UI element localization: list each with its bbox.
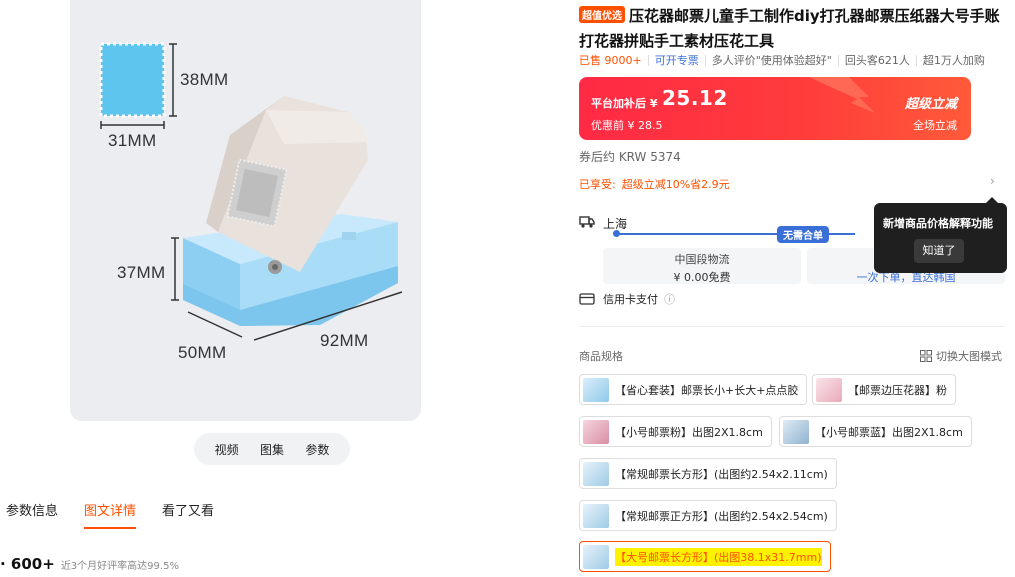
invoice-link[interactable]: 可开专票 bbox=[655, 52, 699, 68]
spec-label: 【大号邮票长方形】(出图38.1x31.7mm) bbox=[615, 547, 822, 566]
body-height-label: 37MM bbox=[117, 263, 166, 282]
value-badge: 超值优选 bbox=[579, 6, 625, 23]
spec-thumbnail bbox=[583, 461, 609, 486]
payment-row: 信用卡支付 ⓘ bbox=[579, 291, 675, 307]
converted-price: 券后约 KRW 5374 bbox=[579, 150, 681, 164]
divider bbox=[915, 54, 917, 66]
switch-view-label: 切换大图模式 bbox=[936, 350, 1002, 363]
spec-option[interactable]: 【小号邮票蓝】出图2X1.8cm bbox=[779, 416, 972, 447]
spec-thumbnail bbox=[816, 377, 842, 402]
tab-params-info[interactable]: 参数信息 bbox=[6, 500, 58, 529]
payment-method: 信用卡支付 bbox=[603, 293, 658, 306]
tooltip-text: 新增商品价格解释功能 bbox=[883, 217, 993, 230]
price-banner[interactable]: 平台加补后 ¥ 25.12 优惠前 ¥ 28.5 超级立减 全场立减 bbox=[579, 77, 971, 140]
chevron-right-icon[interactable]: › bbox=[990, 174, 995, 188]
spec-thumbnail bbox=[583, 419, 609, 444]
review-rate: 近3个月好评率高达99.5% bbox=[60, 561, 179, 572]
price-label: 平台加补后 ¥ bbox=[591, 97, 658, 110]
discount-detail: 超级立减10%省2.9元 bbox=[621, 178, 730, 191]
spec-label: 【省心套装】邮票长小+长大+点点胶 bbox=[615, 383, 799, 397]
sold-count: 已售 9000+ bbox=[579, 54, 642, 67]
grid-icon bbox=[920, 350, 932, 362]
returning-customers: 回头客621人 bbox=[844, 54, 910, 67]
body-length-label: 92MM bbox=[320, 331, 369, 350]
product-meta: 已售 9000+ 可开专票 多人评价"使用体验超好" 回头客621人 超1万人加… bbox=[579, 52, 985, 68]
body-depth-label: 50MM bbox=[178, 343, 227, 362]
spec-header: 商品规格 bbox=[579, 350, 623, 363]
spec-option[interactable]: 【常规邮票正方形】(出图约2.54x2.54cm) bbox=[579, 500, 837, 531]
spec-label: 【常规邮票长方形】(出图约2.54x2.11cm) bbox=[615, 467, 828, 481]
price-value: 25.12 bbox=[662, 86, 728, 110]
review-summary[interactable]: · 600+ 近3个月好评率高达99.5% bbox=[0, 555, 179, 573]
spec-thumbnail bbox=[583, 544, 609, 569]
product-title-area: 超值优选 压花器邮票儿童手工制作diy打孔器邮票压纸器大号手账打花器拼贴手工素材压… bbox=[579, 4, 1009, 54]
spec-label: 【小号邮票粉】出图2X1.8cm bbox=[615, 425, 763, 439]
spec-label: 【邮票边压花器】粉 bbox=[848, 383, 947, 397]
truck-icon bbox=[579, 216, 595, 228]
divider bbox=[647, 54, 649, 66]
media-tabs: 视频 图集 参数 bbox=[194, 433, 350, 465]
spec-thumbnail bbox=[583, 377, 609, 402]
review-quote[interactable]: 多人评价"使用体验超好" bbox=[712, 52, 832, 68]
china-logistics-card: 中国段物流 ¥ 0.00免费 bbox=[603, 248, 801, 284]
divider bbox=[837, 54, 839, 66]
spec-thumbnail bbox=[783, 419, 809, 444]
stamp-height-label: 38MM bbox=[180, 70, 229, 89]
price-explain-tooltip: 新增商品价格解释功能 知道了 bbox=[874, 197, 1007, 273]
china-logistics-fee: ¥ 0.00免费 bbox=[673, 271, 731, 284]
media-tab-video[interactable]: 视频 bbox=[215, 441, 239, 458]
detail-tabs: 参数信息 图文详情 看了又看 bbox=[0, 500, 240, 529]
tab-image-detail[interactable]: 图文详情 bbox=[84, 500, 137, 529]
section-divider bbox=[579, 326, 1005, 327]
credit-card-icon bbox=[579, 293, 595, 305]
spec-option[interactable]: 【小号邮票粉】出图2X1.8cm bbox=[579, 416, 772, 447]
no-merge-tag: 无需合单 bbox=[777, 226, 829, 243]
tab-also-viewed[interactable]: 看了又看 bbox=[162, 500, 214, 529]
spec-option[interactable]: 【邮票边压花器】粉 bbox=[812, 374, 956, 405]
product-title: 压花器邮票儿童手工制作diy打孔器邮票压纸器大号手账打花器拼贴手工素材压花工具 bbox=[579, 7, 1000, 50]
media-tab-params[interactable]: 参数 bbox=[305, 441, 329, 458]
spec-option-selected[interactable]: 【大号邮票长方形】(出图38.1x31.7mm) bbox=[579, 541, 831, 572]
spec-thumbnail bbox=[583, 503, 609, 528]
spec-label: 【常规邮票正方形】(出图约2.54x2.54cm) bbox=[615, 509, 828, 523]
switch-view-button[interactable]: 切换大图模式 bbox=[920, 348, 1002, 364]
discount-label: 已享受: bbox=[579, 178, 616, 191]
promo-title: 超级立减 bbox=[904, 97, 957, 112]
stamp-punch-illustration bbox=[99, 42, 403, 341]
tooltip-ok-button[interactable]: 知道了 bbox=[914, 239, 964, 263]
spec-option[interactable]: 【省心套装】邮票长小+长大+点点胶 bbox=[579, 374, 808, 405]
promo-subtitle: 全场立减 bbox=[913, 119, 957, 132]
stamp-width-label: 31MM bbox=[108, 131, 157, 150]
spec-label: 【小号邮票蓝】出图2X1.8cm bbox=[815, 425, 963, 439]
arrow-decoration-icon bbox=[809, 77, 875, 113]
spec-option[interactable]: 【常规邮票长方形】(出图约2.54x2.11cm) bbox=[579, 458, 837, 489]
media-tab-gallery[interactable]: 图集 bbox=[260, 441, 284, 458]
cart-adds: 超1万人加购 bbox=[922, 54, 985, 67]
divider bbox=[704, 54, 706, 66]
route-start-dot bbox=[613, 230, 620, 237]
discount-enjoyed[interactable]: 已享受: 超级立减10%省2.9元 bbox=[579, 176, 730, 192]
review-count: · 600+ bbox=[0, 555, 55, 573]
original-price: 优惠前 ¥ 28.5 bbox=[591, 119, 663, 132]
china-logistics-title: 中国段物流 bbox=[674, 253, 730, 266]
product-main-image[interactable]: 38MM 31MM 37MM 50MM 92MM bbox=[70, 0, 421, 421]
info-icon[interactable]: ⓘ bbox=[664, 291, 675, 307]
